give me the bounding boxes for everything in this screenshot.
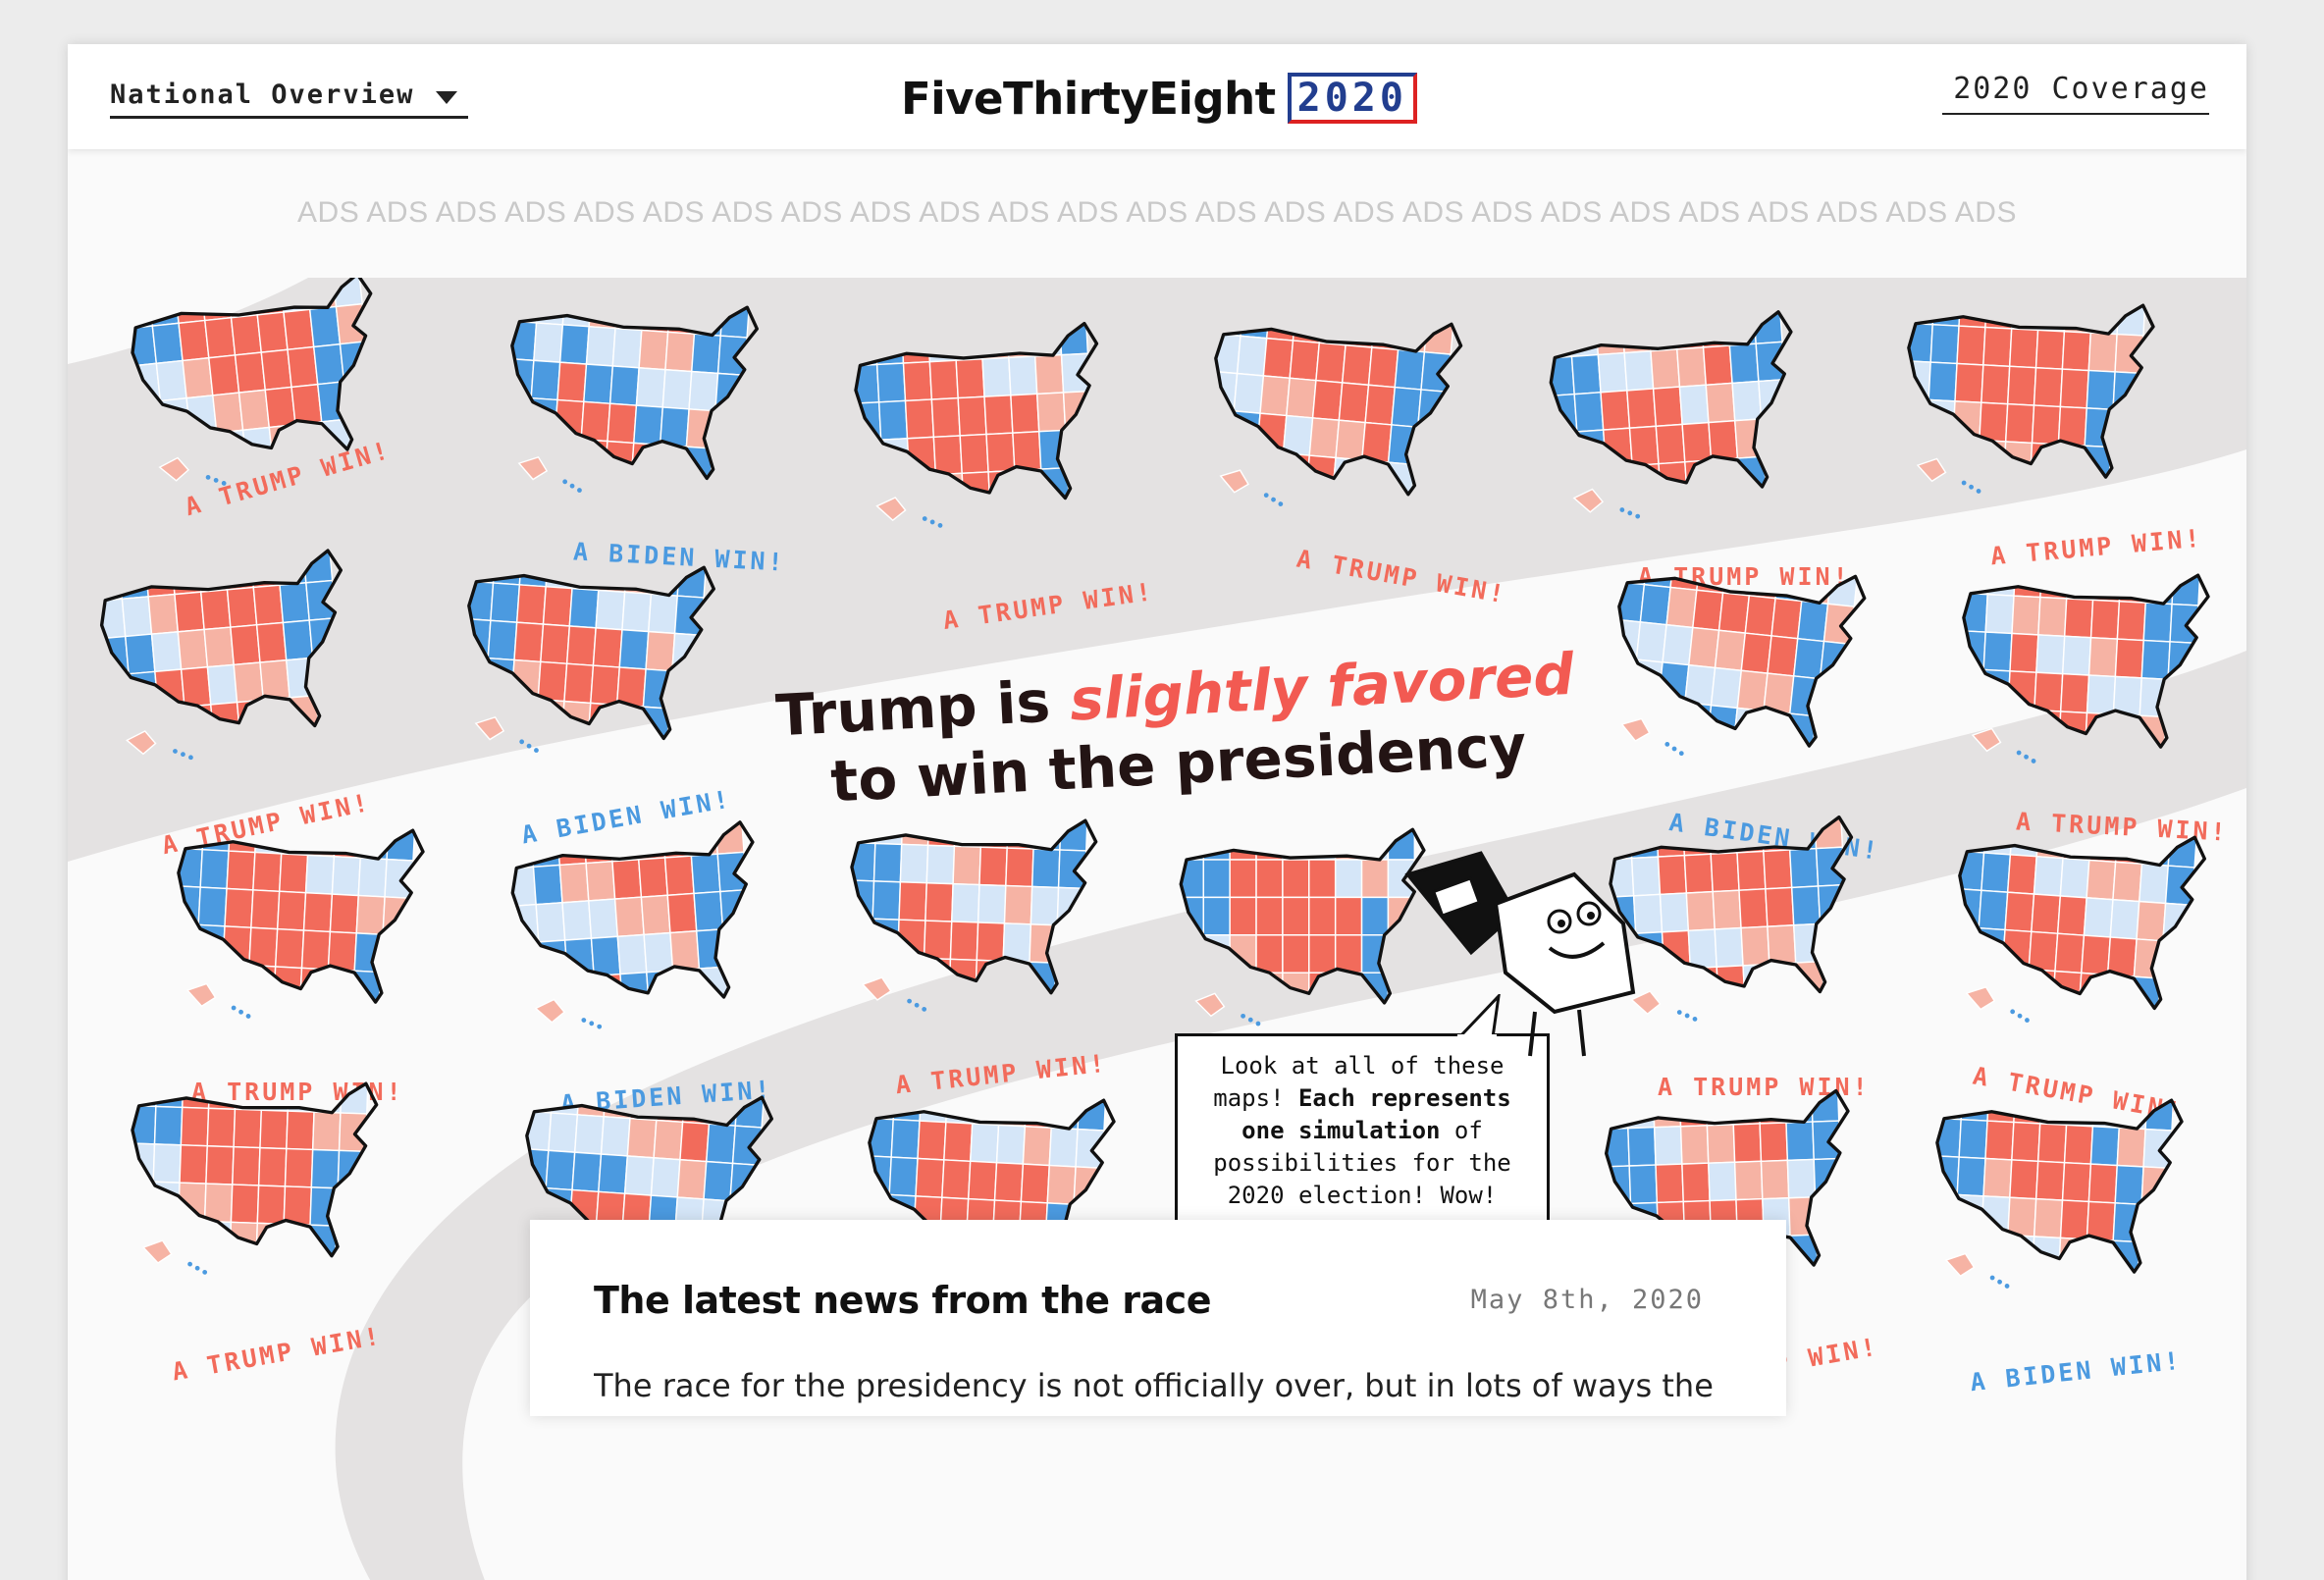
simulation-map — [434, 533, 744, 788]
site-logo[interactable]: FiveThirtyEight 2020 — [901, 68, 1417, 129]
logo-wordmark: FiveThirtyEight — [901, 72, 1276, 125]
simulation-map — [72, 530, 386, 790]
ads-banner: ADS ADS ADS ADS ADS ADS ADS ADS ADS ADS … — [297, 196, 2017, 229]
simulation-map — [103, 1058, 405, 1303]
latest-news-card: The latest news from the race May 8th, 2… — [530, 1220, 1786, 1416]
simulation-map — [477, 278, 787, 528]
simulation-map — [1905, 1070, 2211, 1320]
simulation-map — [1178, 285, 1492, 545]
simulation-map — [146, 800, 452, 1050]
headline-prefix: Trump is — [773, 666, 1072, 750]
coverage-link[interactable]: 2020 Coverage — [1942, 72, 2209, 115]
nav-select-label: National Overview — [110, 79, 415, 110]
simulation-map — [1931, 545, 2238, 795]
simulation-map — [1522, 292, 1832, 548]
news-body: The race for the presidency is not offic… — [594, 1367, 1714, 1404]
caret-down-icon — [436, 91, 458, 104]
simulation-map — [1876, 278, 2183, 526]
speech-bubble-tail — [1457, 994, 1501, 1039]
simulation-map — [1925, 803, 2235, 1058]
site-header: National Overview FiveThirtyEight 2020 2… — [68, 44, 2246, 149]
simulation-map — [828, 304, 1135, 554]
simulation-map — [484, 803, 794, 1058]
simulation-map — [1578, 533, 1895, 798]
mascot-pointing-icon — [1404, 851, 1636, 1057]
logo-year-badge: 2020 — [1287, 73, 1417, 124]
page: National Overview FiveThirtyEight 2020 2… — [68, 44, 2246, 1580]
news-title: The latest news from the race — [594, 1279, 1211, 1322]
national-overview-dropdown[interactable]: National Overview — [110, 79, 468, 119]
news-date: May 8th, 2020 — [1470, 1285, 1704, 1315]
simulation-map — [822, 795, 1125, 1040]
